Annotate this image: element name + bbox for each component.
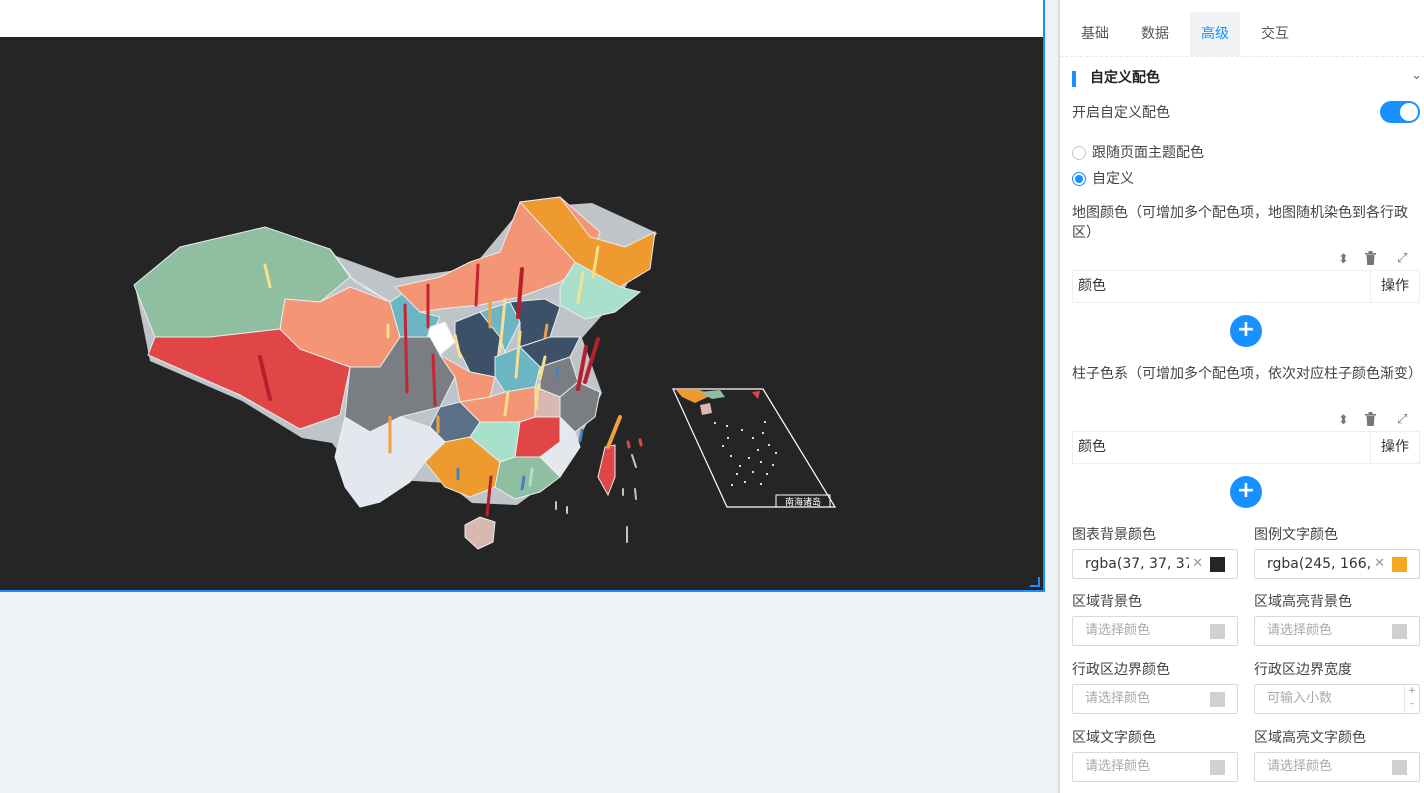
delete-icon[interactable] [1364,412,1377,431]
bar-color-label: 柱子色系（可增加多个配色项，依次对应柱子颜色渐变） [1072,366,1422,382]
add-map-color-button[interactable]: + [1230,315,1262,347]
area-text-color-picker[interactable]: 请选择颜色 [1072,752,1238,782]
col-color-header: 颜色 [1078,439,1106,455]
color-swatch[interactable] [1392,760,1407,775]
config-tabs: 基础 数据 高级 交互 [1060,12,1424,57]
add-bar-color-button[interactable]: + [1230,476,1262,508]
area-highlight-bg-color-picker[interactable]: 请选择颜色 [1254,616,1420,646]
area-highlight-text-color-picker[interactable]: 请选择颜色 [1254,752,1420,782]
area-bg-label: 区域背景色 [1072,594,1142,610]
col-action-header: 操作 [1381,439,1409,455]
canvas-area: 南海诸岛 [0,0,1058,793]
color-swatch[interactable] [1210,557,1225,572]
enable-custom-color-toggle[interactable] [1380,101,1420,123]
area-text-label: 区域文字颜色 [1072,730,1156,746]
col-divider [1370,432,1371,463]
radio-custom[interactable] [1072,172,1086,186]
china-3d-map-chart[interactable]: 南海诸岛 [0,37,1043,590]
col-color-header: 颜色 [1078,278,1106,294]
placeholder: 请选择颜色 [1267,759,1333,774]
tab-advanced[interactable]: 高级 [1190,12,1240,56]
border-width-label: 行政区边界宽度 [1254,662,1352,678]
chart-card[interactable]: 南海诸岛 [0,0,1045,592]
number-stepper[interactable]: + – [1404,685,1419,713]
radio-follow-theme[interactable] [1072,146,1086,160]
tab-data[interactable]: 数据 [1130,12,1180,56]
config-panel: 基础 数据 高级 交互 自定义配色 ⌄ 开启自定义配色 跟随页面主题配色 自定义… [1060,0,1424,793]
chevron-down-icon[interactable]: ⌄ [1411,68,1422,83]
clear-icon[interactable]: ✕ [1374,550,1385,578]
expand-icon[interactable]: ⤢ [1397,251,1407,267]
area-highlight-bg-label: 区域高亮背景色 [1254,594,1352,610]
col-divider [1370,271,1371,302]
map-color-label: 地图颜色（可增加多个配色项，地图随机染色到各行政区） [1072,205,1408,241]
tab-basic[interactable]: 基础 [1070,12,1120,56]
border-width-input[interactable]: 可输入小数 + – [1254,684,1420,714]
legend-text-label: 图例文字颜色 [1254,527,1338,543]
inset-label: 南海诸岛 [785,496,821,508]
border-color-label: 行政区边界颜色 [1072,662,1170,678]
color-swatch[interactable] [1210,760,1225,775]
toggle-knob [1400,103,1418,121]
area-bg-color-picker[interactable]: 请选择颜色 [1072,616,1238,646]
expand-icon[interactable]: ⤢ [1397,412,1407,428]
color-swatch[interactable] [1210,624,1225,639]
placeholder: 请选择颜色 [1085,623,1151,638]
region-hainan [464,516,496,550]
sort-icon[interactable]: ⬍ [1338,252,1349,268]
placeholder: 请选择颜色 [1267,623,1333,638]
resize-handle[interactable] [1030,577,1040,587]
chart-bg-value: rgba(37, 37, 37, 1) [1085,556,1189,572]
area-highlight-text-label: 区域高亮文字颜色 [1254,730,1366,746]
chart-bg-color-picker[interactable]: rgba(37, 37, 37, 1) ✕ [1072,549,1238,579]
section-custom-color-header[interactable]: 自定义配色 ⌄ [1072,68,1422,90]
placeholder: 可输入小数 [1267,691,1333,706]
south-china-sea-inset [672,388,837,508]
bar-color-table: 颜色 操作 [1072,431,1420,464]
legend-text-color-picker[interactable]: rgba(245, 166, 35, 1) ✕ [1254,549,1420,579]
region-taiwan [597,444,616,497]
border-color-picker[interactable]: 请选择颜色 [1072,684,1238,714]
chart-bg-label: 图表背景颜色 [1072,527,1156,543]
delete-icon[interactable] [1364,251,1377,270]
map-svg: 南海诸岛 [133,196,837,550]
col-action-header: 操作 [1381,278,1409,294]
clear-icon[interactable]: ✕ [1192,550,1203,578]
radio-custom-label[interactable]: 自定义 [1092,169,1134,189]
color-swatch[interactable] [1392,624,1407,639]
legend-text-value: rgba(245, 166, 35, 1) [1267,556,1371,572]
sort-icon[interactable]: ⬍ [1338,413,1349,429]
section-accent-bar [1072,71,1076,87]
tab-interaction[interactable]: 交互 [1250,12,1300,56]
enable-custom-color-label: 开启自定义配色 [1072,105,1170,121]
placeholder: 请选择颜色 [1085,691,1151,706]
map-color-table: 颜色 操作 [1072,270,1420,303]
color-swatch[interactable] [1392,557,1407,572]
radio-follow-theme-label[interactable]: 跟随页面主题配色 [1092,143,1204,163]
color-swatch[interactable] [1210,692,1225,707]
placeholder: 请选择颜色 [1085,759,1151,774]
section-title: 自定义配色 [1090,70,1160,86]
